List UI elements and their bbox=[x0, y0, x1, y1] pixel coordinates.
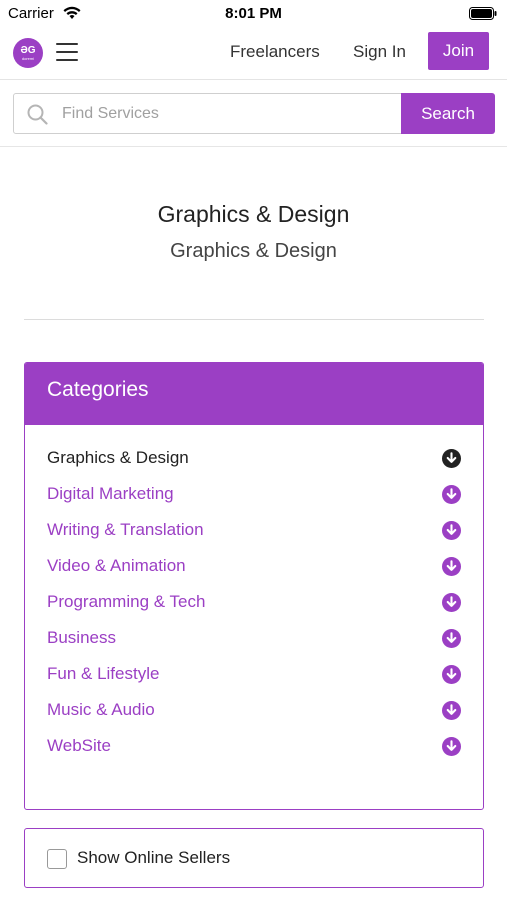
category-item-business[interactable]: Business bbox=[25, 627, 483, 663]
category-item-video-animation[interactable]: Video & Animation bbox=[25, 555, 483, 591]
online-sellers-filter: Show Online Sellers bbox=[24, 828, 484, 888]
arrow-circle-down-icon[interactable] bbox=[442, 557, 461, 576]
arrow-circle-down-icon[interactable] bbox=[442, 737, 461, 756]
page-subtitle: Graphics & Design bbox=[170, 240, 337, 262]
category-label: Writing & Translation bbox=[47, 520, 204, 539]
category-label: Music & Audio bbox=[47, 700, 155, 719]
logo-mark: ƏG bbox=[20, 44, 36, 56]
page-title: Graphics & Design bbox=[157, 201, 350, 227]
sign-in-link[interactable]: Sign In bbox=[353, 42, 406, 62]
category-item-programming-tech[interactable]: Programming & Tech bbox=[25, 591, 483, 627]
arrow-circle-down-icon[interactable] bbox=[442, 629, 461, 648]
logo-subtext: doremi bbox=[21, 55, 35, 61]
category-item-writing-translation[interactable]: Writing & Translation bbox=[25, 519, 483, 555]
arrow-circle-down-icon[interactable] bbox=[442, 485, 461, 504]
online-sellers-label[interactable]: Show Online Sellers bbox=[77, 848, 230, 868]
clock: 8:01 PM bbox=[225, 5, 282, 22]
categories-list: Graphics & Design Digital Marketing Writ… bbox=[25, 425, 483, 771]
category-label: Graphics & Design bbox=[47, 448, 189, 467]
category-label: Fun & Lifestyle bbox=[47, 664, 160, 683]
category-label: Digital Marketing bbox=[47, 484, 174, 503]
category-label: Business bbox=[47, 628, 116, 647]
category-label: WebSite bbox=[47, 736, 111, 755]
battery-icon bbox=[469, 7, 497, 20]
arrow-circle-down-icon[interactable] bbox=[442, 593, 461, 612]
category-item-graphics-design[interactable]: Graphics & Design bbox=[25, 447, 483, 483]
arrow-circle-down-icon[interactable] bbox=[442, 449, 461, 468]
section-divider bbox=[24, 319, 484, 320]
search-bar: Search bbox=[13, 93, 495, 134]
category-label: Programming & Tech bbox=[47, 592, 206, 611]
category-item-digital-marketing[interactable]: Digital Marketing bbox=[25, 483, 483, 519]
arrow-circle-down-icon[interactable] bbox=[442, 521, 461, 540]
freelancers-link[interactable]: Freelancers bbox=[230, 42, 320, 62]
join-button[interactable]: Join bbox=[428, 32, 489, 70]
search-icon bbox=[27, 104, 48, 125]
category-item-fun-lifestyle[interactable]: Fun & Lifestyle bbox=[25, 663, 483, 699]
search-box bbox=[13, 93, 402, 134]
status-bar: Carrier 8:01 PM bbox=[0, 0, 507, 28]
category-label: Video & Animation bbox=[47, 556, 186, 575]
online-sellers-checkbox[interactable] bbox=[47, 849, 67, 869]
categories-panel: Categories Graphics & Design Digital Mar… bbox=[24, 362, 484, 810]
search-button[interactable]: Search bbox=[401, 93, 495, 134]
arrow-circle-down-icon[interactable] bbox=[442, 701, 461, 720]
search-input[interactable] bbox=[62, 94, 392, 133]
header-divider bbox=[0, 146, 507, 147]
top-navigation: ƏG doremi Freelancers Sign In Join bbox=[0, 28, 507, 80]
logo[interactable]: ƏG doremi bbox=[13, 38, 43, 68]
category-item-music-audio[interactable]: Music & Audio bbox=[25, 699, 483, 735]
hamburger-menu-icon[interactable] bbox=[56, 43, 78, 63]
arrow-circle-down-icon[interactable] bbox=[442, 665, 461, 684]
categories-heading: Categories bbox=[25, 363, 483, 425]
category-item-website[interactable]: WebSite bbox=[25, 735, 483, 771]
